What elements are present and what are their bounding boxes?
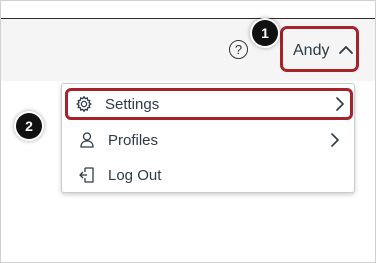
menu-item-profiles[interactable]: Profiles — [68, 124, 348, 156]
help-icon: ? — [234, 42, 243, 57]
menu-item-label: Profiles — [108, 131, 159, 149]
chevron-up-icon — [339, 46, 353, 54]
step-callout-1: 1 — [252, 20, 278, 46]
chevron-right-icon — [331, 133, 339, 147]
logout-icon — [76, 164, 98, 186]
person-icon — [76, 129, 98, 151]
user-dropdown-menu: Settings Profiles Log Out — [61, 83, 355, 193]
user-name: Andy — [293, 42, 330, 59]
menu-item-label: Log Out — [108, 166, 162, 184]
gear-icon — [73, 93, 95, 115]
chevron-right-icon — [336, 97, 344, 111]
menu-item-settings[interactable]: Settings — [65, 88, 353, 120]
user-menu-toggle[interactable]: Andy — [280, 26, 359, 72]
step-callout-2: 2 — [16, 113, 42, 139]
menu-item-logout[interactable]: Log Out — [68, 159, 348, 191]
help-button[interactable]: ? — [229, 40, 248, 59]
menu-item-label: Settings — [105, 95, 160, 113]
